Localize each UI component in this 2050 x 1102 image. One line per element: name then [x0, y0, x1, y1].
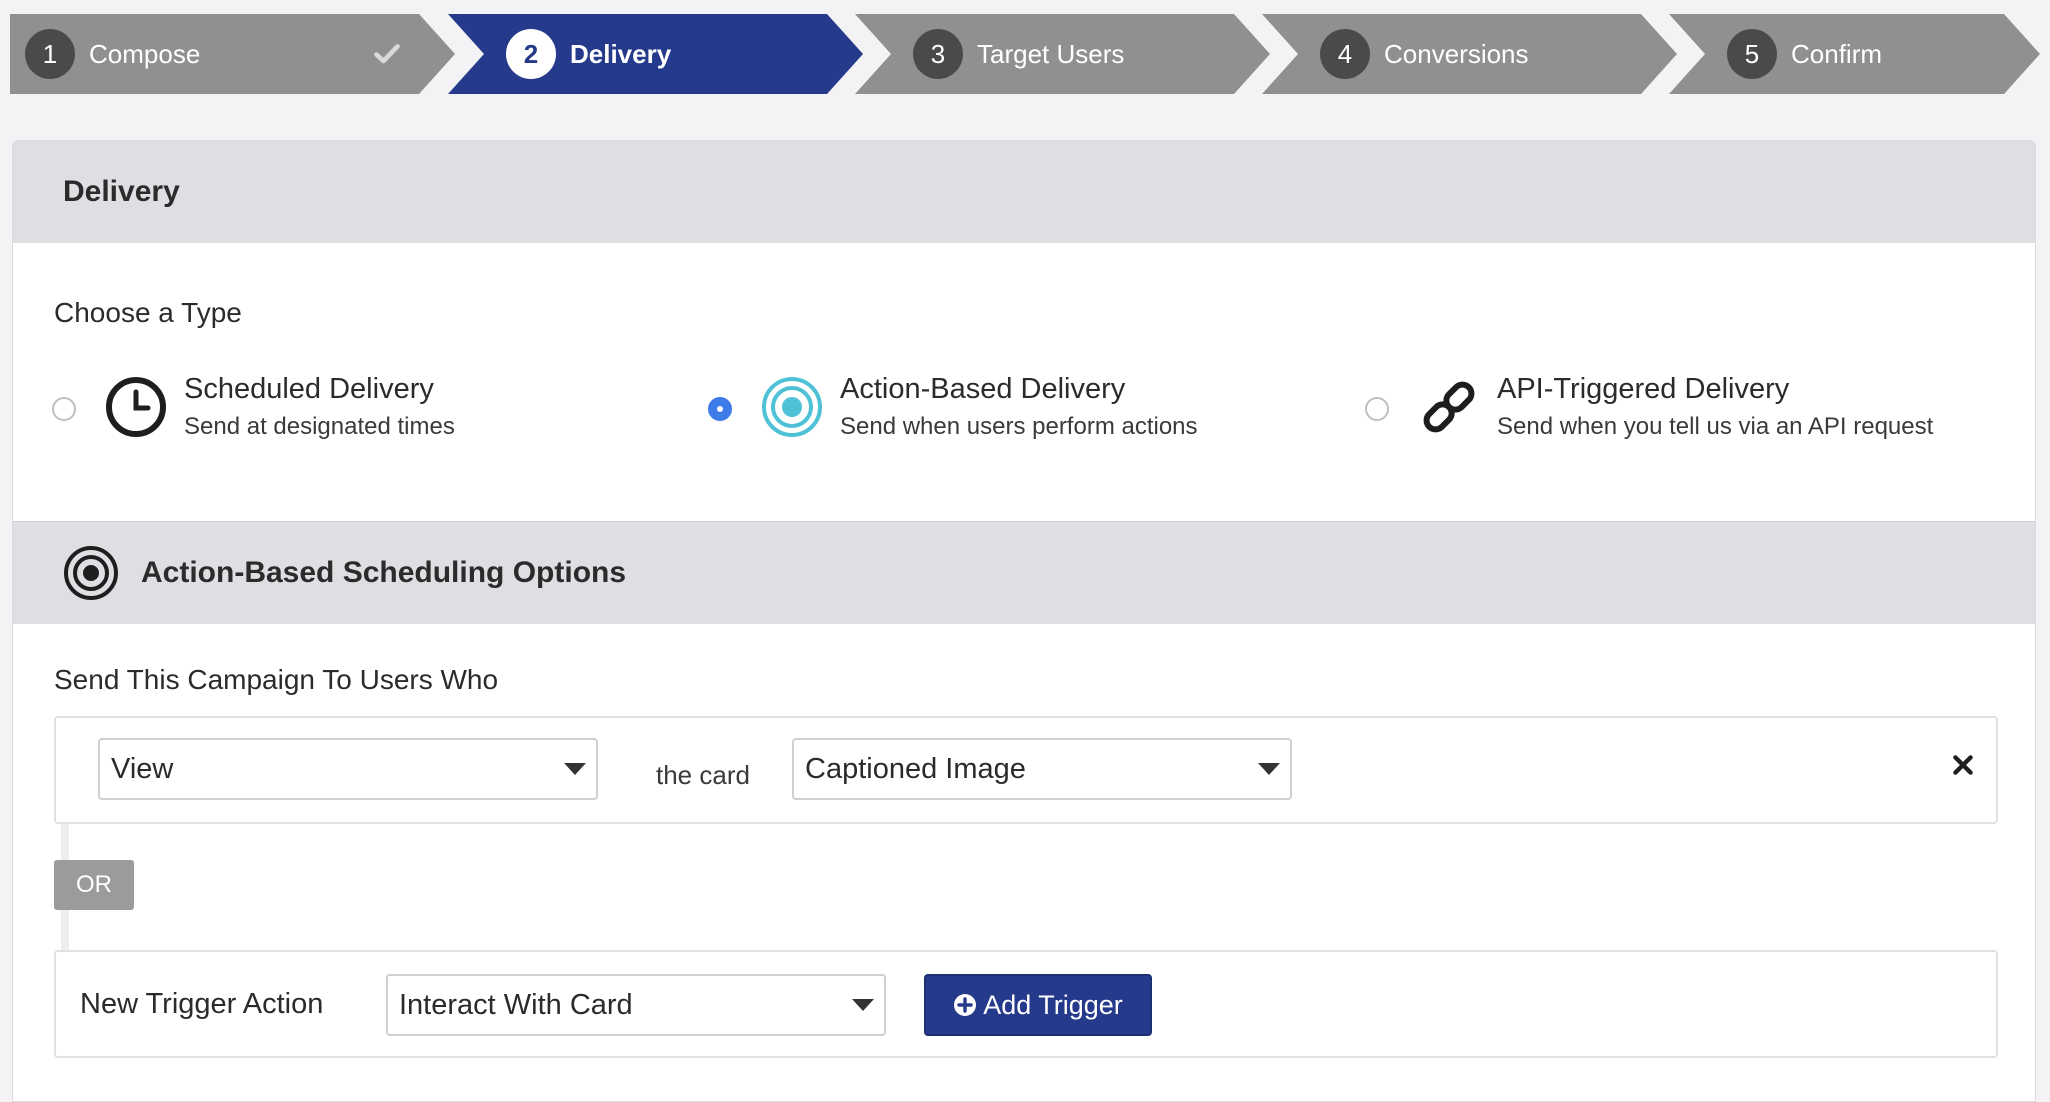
- target-icon: [64, 546, 118, 600]
- new-trigger-row: New Trigger Action Interact With Card Ad…: [54, 950, 1998, 1058]
- step-number: 5: [1727, 29, 1777, 79]
- step-delivery[interactable]: 2 Delivery: [448, 14, 863, 94]
- step-number: 3: [913, 29, 963, 79]
- delivery-type-section: Choose a Type Scheduled Delivery Send at…: [13, 243, 2035, 521]
- step-label: Target Users: [977, 38, 1125, 69]
- connector-text: the card: [656, 760, 750, 790]
- step-confirm[interactable]: 5 Confirm: [1669, 14, 2040, 94]
- delivery-header: Delivery: [13, 141, 2035, 243]
- clock-icon: [106, 377, 166, 437]
- option-action-based-delivery[interactable]: Action-Based Delivery Send when users pe…: [708, 371, 1348, 447]
- link-icon: [1423, 381, 1475, 433]
- plus-circle-icon: [954, 994, 977, 1016]
- or-badge: OR: [54, 860, 134, 910]
- step-target-users[interactable]: 3 Target Users: [855, 14, 1270, 94]
- chevron-down-icon: [852, 999, 874, 1011]
- scheduling-options-title: Action-Based Scheduling Options: [141, 556, 627, 589]
- chevron-down-icon: [564, 763, 586, 775]
- choose-type-label: Choose a Type: [54, 297, 242, 328]
- target-icon: [762, 377, 822, 437]
- close-icon[interactable]: [1950, 752, 1976, 778]
- step-number: 1: [25, 29, 75, 79]
- step-label: Delivery: [570, 38, 672, 69]
- option-scheduled-delivery[interactable]: Scheduled Delivery Send at designated ti…: [52, 371, 612, 447]
- action-based-radio[interactable]: [708, 397, 732, 421]
- step-conversions[interactable]: 4 Conversions: [1262, 14, 1677, 94]
- card-select[interactable]: Captioned Image: [792, 738, 1292, 800]
- step-number: 4: [1320, 29, 1370, 79]
- api-triggered-radio[interactable]: [1365, 397, 1389, 421]
- scheduling-options-header: Action-Based Scheduling Options: [13, 521, 2035, 624]
- delivery-card: Delivery Choose a Type Scheduled Deliver…: [12, 140, 2036, 1102]
- option-title: Action-Based Delivery: [840, 373, 1126, 405]
- send-campaign-label: Send This Campaign To Users Who: [54, 664, 499, 695]
- step-label: Confirm: [1791, 38, 1883, 69]
- option-api-triggered-delivery[interactable]: API-Triggered Delivery Send when you tel…: [1365, 371, 2015, 447]
- step-compose[interactable]: 1 Compose: [10, 14, 455, 94]
- chevron-down-icon: [1258, 763, 1280, 775]
- add-trigger-button[interactable]: Add Trigger: [924, 974, 1152, 1036]
- select-value: Interact With Card: [399, 988, 633, 1021]
- scheduled-radio[interactable]: [52, 397, 76, 421]
- option-description: Send at designated times: [184, 413, 455, 440]
- trigger-action-select[interactable]: View: [98, 738, 598, 800]
- select-value: Captioned Image: [805, 752, 1026, 785]
- send-campaign-section: Send This Campaign To Users Who View the…: [13, 624, 2035, 1101]
- new-trigger-select[interactable]: Interact With Card: [386, 974, 886, 1036]
- new-trigger-label: New Trigger Action: [80, 988, 324, 1020]
- step-wizard: 1 Compose 2 Delivery 3 Target Users 4 Co…: [10, 14, 2040, 94]
- add-trigger-label: Add Trigger: [983, 989, 1123, 1020]
- checkmark-icon: [373, 40, 401, 68]
- option-title: API-Triggered Delivery: [1497, 373, 1790, 405]
- select-value: View: [111, 752, 174, 785]
- trigger-row: View the card Captioned Image: [54, 716, 1998, 824]
- step-label: Conversions: [1384, 38, 1529, 69]
- option-title: Scheduled Delivery: [184, 373, 434, 405]
- option-description: Send when users perform actions: [840, 413, 1198, 440]
- step-number: 2: [506, 29, 556, 79]
- option-description: Send when you tell us via an API request: [1497, 413, 1934, 440]
- step-label: Compose: [89, 38, 201, 69]
